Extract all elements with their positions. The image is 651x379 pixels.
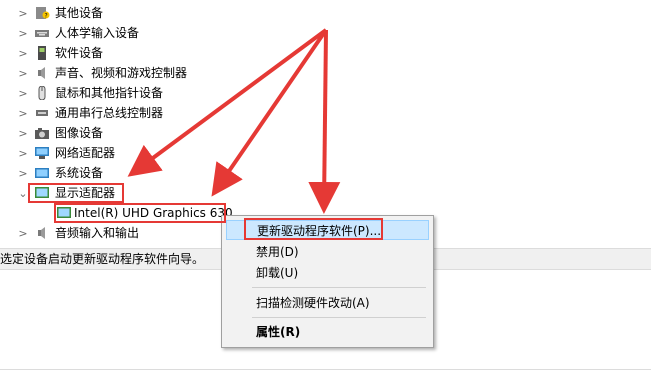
speaker-icon: [38, 67, 45, 79]
annotation-box-update-driver: [244, 218, 383, 240]
tree-item-system[interactable]: > 系统设备: [0, 163, 300, 183]
software-device-icon: [38, 46, 46, 60]
annotation-box-display-adapters: [28, 183, 124, 203]
mouse-icon: [38, 86, 46, 100]
tree-item-label: 图像设备: [55, 126, 104, 140]
tree-item-label: 系统设备: [55, 166, 104, 180]
system-device-icon: [35, 168, 49, 178]
menu-item-disable[interactable]: 禁用(D): [226, 242, 429, 262]
menu-item-scan-hardware[interactable]: 扫描检测硬件改动(A): [226, 293, 429, 313]
tree-item-sound-video-game[interactable]: > 声音、视频和游戏控制器: [0, 63, 300, 83]
expand-arrow-icon[interactable]: >: [18, 223, 28, 243]
speaker-icon: [38, 227, 45, 239]
tree-item-label: 声音、视频和游戏控制器: [55, 66, 188, 80]
menu-item-uninstall[interactable]: 卸载(U): [226, 263, 429, 283]
tree-item-label: 人体学输入设备: [55, 26, 140, 40]
tree-item-label: 其他设备: [55, 6, 104, 20]
annotation-box-intel-graphics: [54, 203, 226, 223]
hid-icon: [35, 30, 49, 37]
tree-item-label: 通用串行总线控制器: [55, 106, 164, 120]
expand-arrow-icon[interactable]: >: [18, 63, 28, 83]
menu-separator: [252, 287, 426, 288]
expand-arrow-icon[interactable]: >: [18, 43, 28, 63]
expand-arrow-icon[interactable]: >: [18, 103, 28, 123]
svg-text:?: ?: [45, 13, 48, 20]
tree-item-label: 鼠标和其他指针设备: [55, 86, 164, 100]
menu-item-properties[interactable]: 属性(R): [226, 322, 429, 342]
camera-icon: [35, 128, 49, 139]
menu-item-label: 卸载(U): [256, 266, 299, 280]
tree-item-hid[interactable]: > 人体学输入设备: [0, 23, 300, 43]
menu-separator: [252, 317, 426, 318]
tree-item-usb[interactable]: > 通用串行总线控制器: [0, 103, 300, 123]
tree-item-mouse[interactable]: > 鼠标和其他指针设备: [0, 83, 300, 103]
menu-item-label: 属性(R): [256, 325, 301, 339]
expand-arrow-icon[interactable]: >: [18, 3, 28, 23]
tree-item-software-devices[interactable]: > 软件设备: [0, 43, 300, 63]
expand-arrow-icon[interactable]: >: [18, 83, 28, 103]
menu-item-label: 禁用(D): [256, 245, 299, 259]
expand-arrow-icon[interactable]: >: [18, 23, 28, 43]
status-text: 选定设备启动更新驱动程序软件向导。: [0, 252, 205, 266]
expand-arrow-icon[interactable]: >: [18, 123, 28, 143]
collapse-arrow-icon[interactable]: ⌄: [18, 183, 28, 203]
tree-item-network[interactable]: > 网络适配器: [0, 143, 300, 163]
tree-item-label: 软件设备: [55, 46, 104, 60]
divider: [0, 369, 651, 370]
usb-icon: [36, 110, 48, 116]
tree-item-label: 网络适配器: [55, 146, 116, 160]
tree-item-label: 音频输入和输出: [55, 226, 140, 240]
tree-item-other-devices[interactable]: > ? 其他设备: [0, 3, 300, 23]
other-devices-icon: ?: [36, 7, 50, 20]
annotation-arrow: [308, 29, 341, 214]
network-adapter-icon: [35, 147, 49, 159]
expand-arrow-icon[interactable]: >: [18, 143, 28, 163]
tree-item-imaging[interactable]: > 图像设备: [0, 123, 300, 143]
expand-arrow-icon[interactable]: >: [18, 163, 28, 183]
menu-item-label: 扫描检测硬件改动(A): [256, 296, 370, 310]
